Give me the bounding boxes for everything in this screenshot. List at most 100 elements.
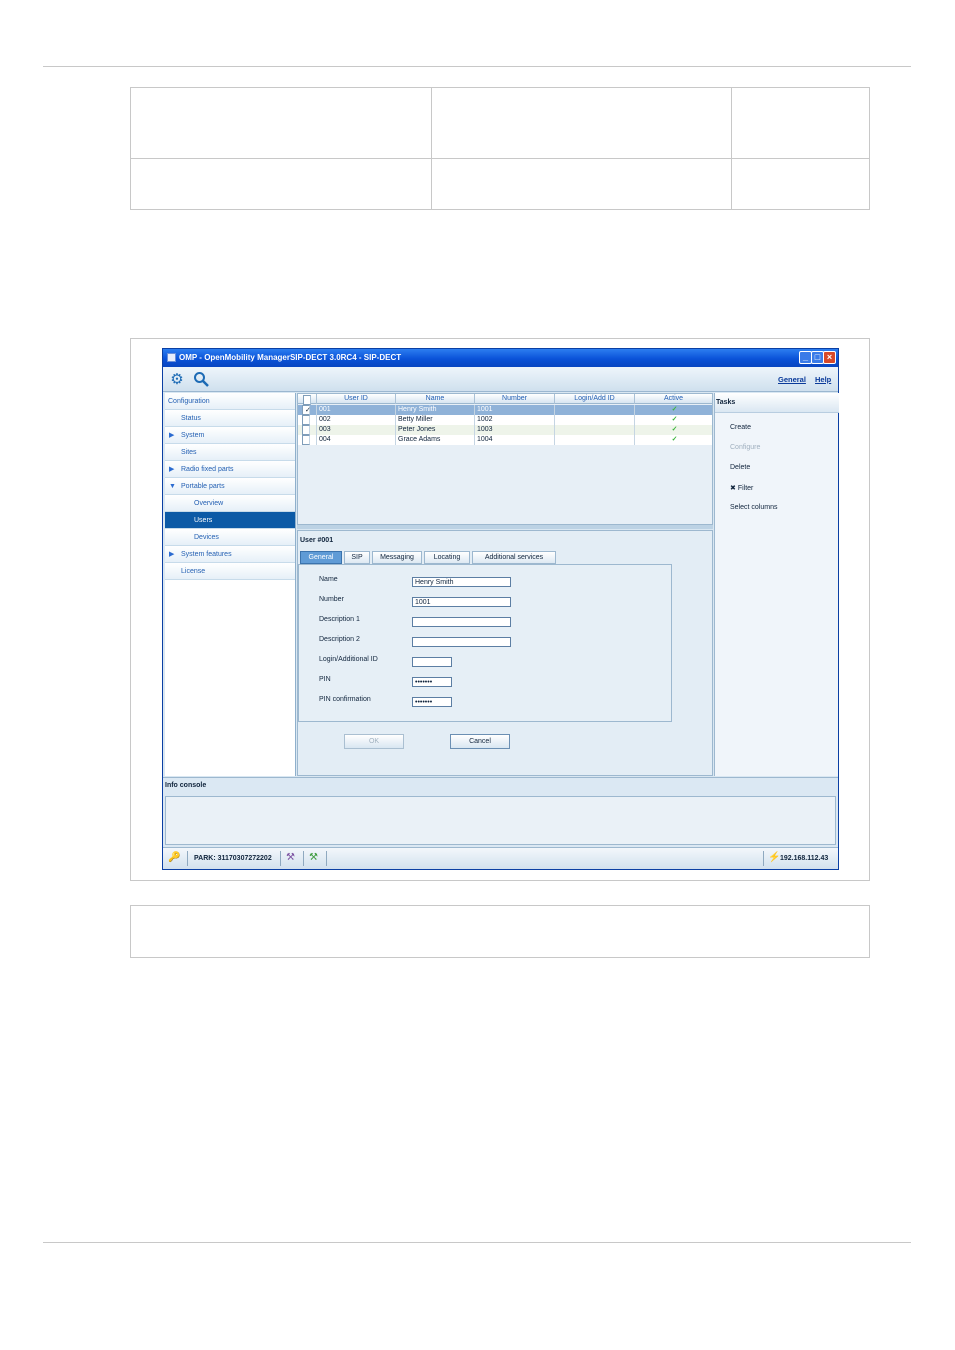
row-checkbox[interactable]: ✓	[302, 405, 311, 415]
table-row[interactable]: ✓ 001 Henry Smith 1001 ✓	[298, 405, 712, 415]
sidebar-item-system-features[interactable]: ▶ System features	[165, 546, 295, 563]
number-input[interactable]: 1001	[412, 597, 511, 607]
tab-sip[interactable]: SIP	[344, 551, 370, 564]
column-header-number[interactable]: Number	[475, 394, 555, 404]
create-task[interactable]: Create	[730, 424, 751, 431]
sidebar-item-users[interactable]: Users	[165, 512, 295, 529]
ok-button[interactable]: OK	[344, 734, 404, 749]
sidebar-item-status[interactable]: Status	[165, 410, 295, 427]
users-table: User ID Name Number Login/Add ID Active …	[297, 393, 713, 525]
row-checkbox[interactable]	[302, 415, 310, 425]
tab-messaging[interactable]: Messaging	[372, 551, 422, 564]
cell-number: 1002	[475, 415, 555, 425]
description2-input[interactable]	[412, 637, 511, 647]
connection-icon: ⚡	[768, 852, 781, 863]
table-row[interactable]: 002 Betty Miller 1002 ✓	[298, 415, 712, 425]
sidebar-item-radio-fixed-parts[interactable]: ▶ Radio fixed parts	[165, 461, 295, 478]
table-cell	[130, 158, 432, 210]
cell-number: 1001	[475, 405, 555, 415]
select-all-checkbox[interactable]	[298, 394, 317, 405]
table-header: User ID Name Number Login/Add ID Active	[298, 394, 712, 405]
description1-label: Description 1	[319, 616, 360, 623]
info-console: Info console	[163, 777, 838, 847]
collapse-arrow-icon[interactable]: ▼	[169, 478, 176, 495]
row-checkbox[interactable]	[302, 425, 310, 435]
cell-user-id: 004	[317, 435, 396, 445]
help-link[interactable]: Help	[815, 375, 831, 384]
document-table	[130, 87, 870, 210]
expand-arrow-icon[interactable]: ▶	[169, 546, 174, 563]
cell-number: 1003	[475, 425, 555, 435]
app-logo-icon	[167, 353, 176, 362]
table-cell	[430, 158, 733, 210]
name-input[interactable]: Henry Smith	[412, 577, 511, 587]
cell-user-id: 003	[317, 425, 396, 435]
header-rule	[43, 66, 911, 67]
description1-input[interactable]	[412, 617, 511, 627]
general-form: Name Henry Smith Number 1001 Description…	[298, 564, 672, 722]
sidebar-item-label: Overview	[194, 500, 224, 507]
sidebar-item-sites[interactable]: Sites	[165, 444, 295, 461]
table-row[interactable]: 003 Peter Jones 1003 ✓	[298, 425, 712, 435]
row-checkbox[interactable]	[302, 435, 310, 445]
cell-user-id: 002	[317, 415, 396, 425]
cell-login	[555, 405, 635, 415]
tools-icon[interactable]: ⚒	[286, 852, 295, 864]
divider	[187, 851, 188, 866]
column-header-active[interactable]: Active	[635, 394, 712, 404]
active-check-icon: ✓	[671, 426, 678, 433]
table-cell	[430, 87, 733, 159]
expand-arrow-icon[interactable]: ▶	[169, 427, 174, 444]
status-bar: 🔑 PARK: 31170307272202 ⚒ ⚒ ⚡ 192.168.112…	[163, 847, 838, 869]
tasks-panel: Tasks Create Configure Delete ✖ Filter S…	[714, 393, 839, 776]
divider	[280, 851, 281, 866]
divider	[326, 851, 327, 866]
pin-confirmation-input[interactable]: •••••••	[412, 697, 452, 707]
active-check-icon: ✓	[671, 436, 678, 443]
select-columns-task[interactable]: Select columns	[730, 504, 777, 511]
cell-login	[555, 415, 635, 425]
sidebar-item-configuration[interactable]: Configuration	[165, 393, 295, 410]
cell-name: Henry Smith	[396, 405, 475, 415]
sidebar-item-license[interactable]: License	[165, 563, 295, 580]
general-link[interactable]: General	[778, 375, 806, 384]
tab-general[interactable]: General	[300, 551, 342, 564]
cell-name: Grace Adams	[396, 435, 475, 445]
pin-input[interactable]: •••••••	[412, 677, 452, 687]
sidebar-item-label: Configuration	[168, 398, 210, 405]
column-header-login[interactable]: Login/Add ID	[555, 394, 635, 404]
delete-task[interactable]: Delete	[730, 464, 750, 471]
sidebar-item-system[interactable]: ▶ System	[165, 427, 295, 444]
table-row[interactable]: 004 Grace Adams 1004 ✓	[298, 435, 712, 445]
cell-user-id: 001	[317, 405, 396, 415]
console-output[interactable]	[165, 796, 836, 845]
number-label: Number	[319, 596, 344, 603]
tools-active-icon[interactable]: ⚒	[309, 852, 318, 864]
filter-task[interactable]: ✖ Filter	[730, 484, 753, 492]
gear-icon[interactable]: ⚙	[168, 371, 186, 389]
title-bar[interactable]: OMP - OpenMobility ManagerSIP-DECT 3.0RC…	[163, 349, 838, 367]
column-header-user-id[interactable]: User ID	[317, 394, 396, 404]
sidebar-nav: Configuration Status ▶ System Sites ▶ Radi…	[165, 393, 296, 776]
search-icon[interactable]	[192, 371, 210, 389]
window-title: OMP - OpenMobility ManagerSIP-DECT 3.0RC…	[179, 353, 402, 362]
login-label: Login/Additional ID	[319, 656, 378, 663]
sidebar-item-label: System features	[181, 551, 232, 558]
close-button[interactable]: ×	[823, 351, 836, 364]
tab-additional-services[interactable]: Additional services	[472, 551, 556, 564]
column-header-name[interactable]: Name	[396, 394, 475, 404]
filter-icon: ✖	[730, 485, 736, 492]
pin-confirmation-label: PIN confirmation	[319, 696, 371, 703]
sidebar-item-label: License	[181, 568, 206, 575]
split-pane-divider[interactable]	[297, 525, 713, 529]
cancel-button[interactable]: Cancel	[450, 734, 510, 749]
expand-arrow-icon[interactable]: ▶	[169, 461, 174, 478]
detail-title: User #001	[300, 537, 334, 544]
sidebar-item-devices[interactable]: Devices	[165, 529, 295, 546]
login-input[interactable]	[412, 657, 452, 667]
sidebar-item-overview[interactable]: Overview	[165, 495, 295, 512]
tab-locating[interactable]: Locating	[424, 551, 470, 564]
configure-task[interactable]: Configure	[730, 444, 760, 451]
sidebar-item-portable-parts[interactable]: ▼ Portable parts	[165, 478, 295, 495]
key-icon: 🔑	[168, 852, 181, 863]
